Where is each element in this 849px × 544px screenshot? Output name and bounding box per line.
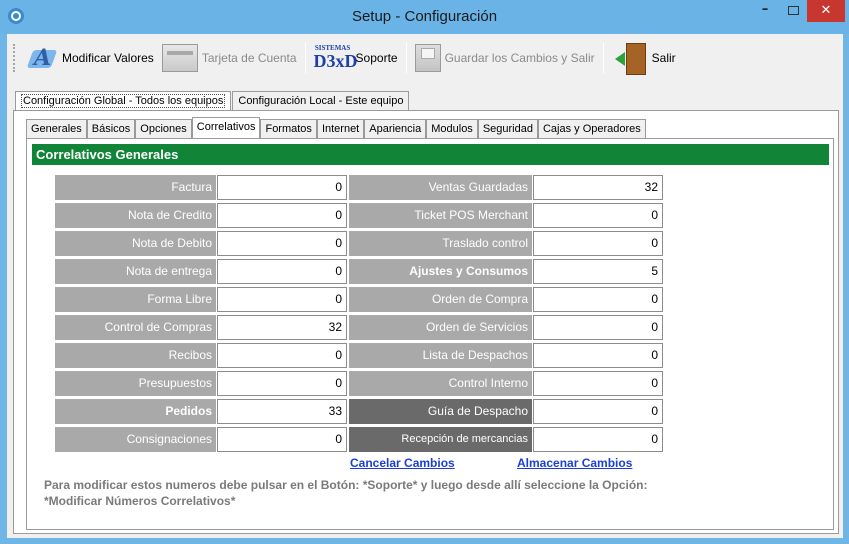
section-title: Correlativos Generales [32, 144, 829, 165]
tab-generales[interactable]: Generales [26, 119, 87, 138]
field-label: Recibos [55, 343, 216, 368]
window-title: Setup - Configuración [351, 8, 498, 25]
tab-global-config[interactable]: Configuración Global - Todos los equipos [15, 91, 232, 111]
nota-entrega-input[interactable]: 0 [217, 259, 347, 284]
field-label: Forma Libre [55, 287, 216, 312]
modify-values-button[interactable]: Modificar Valores [22, 40, 158, 76]
app-window: Setup - Configuración – ✕ Modificar Valo… [0, 0, 849, 544]
field-label: Nota de Debito [55, 231, 216, 256]
d3xd-logo-icon: SISTEMAS D3xD [313, 43, 358, 73]
outer-tab-strip: Configuración Global - Todos los equipos… [15, 90, 410, 111]
toolbar-separator [304, 43, 306, 73]
toolbar-separator [405, 43, 407, 73]
support-label: Soporte [355, 51, 398, 65]
field-label: Nota de entrega [55, 259, 216, 284]
tab-label: Configuración Local - Este equipo [238, 95, 404, 107]
tab-formatos[interactable]: Formatos [260, 119, 317, 138]
lista-despachos-input[interactable]: 0 [533, 343, 663, 368]
save-disk-icon [414, 44, 441, 72]
presupuestos-input[interactable]: 0 [217, 371, 347, 396]
minimize-button[interactable]: – [752, 0, 778, 22]
tab-label: Configuración Global - Todos los equipos [21, 94, 226, 108]
account-card-button[interactable]: Tarjeta de Cuenta [158, 40, 301, 76]
factura-input[interactable]: 0 [217, 175, 347, 200]
tab-modulos[interactable]: Modulos [426, 119, 478, 138]
field-label: Recepción de mercancias [349, 427, 532, 452]
field-label: Orden de Compra [349, 287, 532, 312]
edit-values-icon [26, 42, 58, 74]
cancel-changes-link[interactable]: Cancelar Cambios [350, 456, 455, 470]
tab-seguridad[interactable]: Seguridad [477, 119, 538, 138]
help-note-line: *Modificar Números Correlativos* [44, 494, 236, 508]
field-label: Consignaciones [55, 427, 216, 452]
modify-values-label: Modificar Valores [62, 51, 154, 65]
inner-tab-strip: Generales Básicos Opciones Correlativos … [26, 117, 646, 139]
tab-internet[interactable]: Internet [316, 119, 365, 138]
tab-correlativos[interactable]: Correlativos [191, 117, 261, 139]
field-label: Ajustes y Consumos [349, 259, 532, 284]
maximize-icon [787, 6, 799, 15]
field-label: Ventas Guardadas [349, 175, 532, 200]
field-label: Ticket POS Merchant [349, 203, 532, 228]
field-label: Lista de Despachos [349, 343, 532, 368]
toolbar-separator [602, 43, 604, 73]
field-label: Traslado control [349, 231, 532, 256]
store-changes-link[interactable]: Almacenar Cambios [517, 456, 632, 470]
exit-door-icon [612, 42, 648, 75]
tab-cajas-operadores[interactable]: Cajas y Operadores [537, 119, 646, 138]
ticket-pos-input[interactable]: 0 [533, 203, 663, 228]
tab-apariencia[interactable]: Apariencia [364, 119, 427, 138]
orden-compra-input[interactable]: 0 [533, 287, 663, 312]
guia-despacho-input[interactable]: 0 [533, 399, 663, 424]
exit-label: Salir [651, 51, 676, 65]
field-label: Orden de Servicios [349, 315, 532, 340]
save-and-exit-label: Guardar los Cambios y Salir [444, 51, 595, 65]
nota-debito-input[interactable]: 0 [217, 231, 347, 256]
field-label: Presupuestos [55, 371, 216, 396]
control-compras-input[interactable]: 32 [217, 315, 347, 340]
pedidos-input[interactable]: 33 [217, 399, 347, 424]
outer-tab-panel: Generales Básicos Opciones Correlativos … [13, 110, 839, 534]
toolbar-grip[interactable] [13, 44, 16, 72]
title-bar[interactable]: Setup - Configuración – ✕ [0, 0, 849, 34]
traslado-control-input[interactable]: 0 [533, 231, 663, 256]
maximize-button[interactable] [780, 0, 806, 22]
help-note-line: Para modificar estos numeros debe pulsar… [44, 478, 648, 492]
close-button[interactable]: ✕ [807, 0, 845, 22]
correlativos-panel: Correlativos Generales Factura 0 Nota de… [26, 138, 834, 530]
orden-servicios-input[interactable]: 0 [533, 315, 663, 340]
tab-basicos[interactable]: Básicos [86, 119, 136, 138]
save-and-exit-button[interactable]: Guardar los Cambios y Salir [411, 40, 599, 76]
tab-opciones[interactable]: Opciones [135, 119, 192, 138]
field-label: Pedidos [55, 399, 216, 424]
field-label: Factura [55, 175, 216, 200]
client-area: Modificar Valores Tarjeta de Cuenta SIST… [7, 34, 843, 538]
forma-libre-input[interactable]: 0 [217, 287, 347, 312]
help-note: Para modificar estos numeros debe pulsar… [44, 477, 834, 509]
field-label: Nota de Credito [55, 203, 216, 228]
support-button[interactable]: SISTEMAS D3xD Soporte [310, 40, 402, 76]
ventas-guardadas-input[interactable]: 32 [533, 175, 663, 200]
tab-local-config[interactable]: Configuración Local - Este equipo [232, 91, 410, 110]
card-icon [161, 44, 198, 72]
account-card-label: Tarjeta de Cuenta [201, 51, 297, 65]
ajustes-consumos-input[interactable]: 5 [533, 259, 663, 284]
nota-credito-input[interactable]: 0 [217, 203, 347, 228]
recibos-input[interactable]: 0 [217, 343, 347, 368]
toolbar: Modificar Valores Tarjeta de Cuenta SIST… [7, 38, 843, 78]
field-label: Control de Compras [55, 315, 216, 340]
logo-main-text: D3xD [313, 51, 358, 71]
consignaciones-input[interactable]: 0 [217, 427, 347, 452]
control-interno-input[interactable]: 0 [533, 371, 663, 396]
exit-button[interactable]: Salir [608, 40, 680, 76]
field-label: Guía de Despacho [349, 399, 532, 424]
field-label: Control Interno [349, 371, 532, 396]
recepcion-mercancias-input[interactable]: 0 [533, 427, 663, 452]
